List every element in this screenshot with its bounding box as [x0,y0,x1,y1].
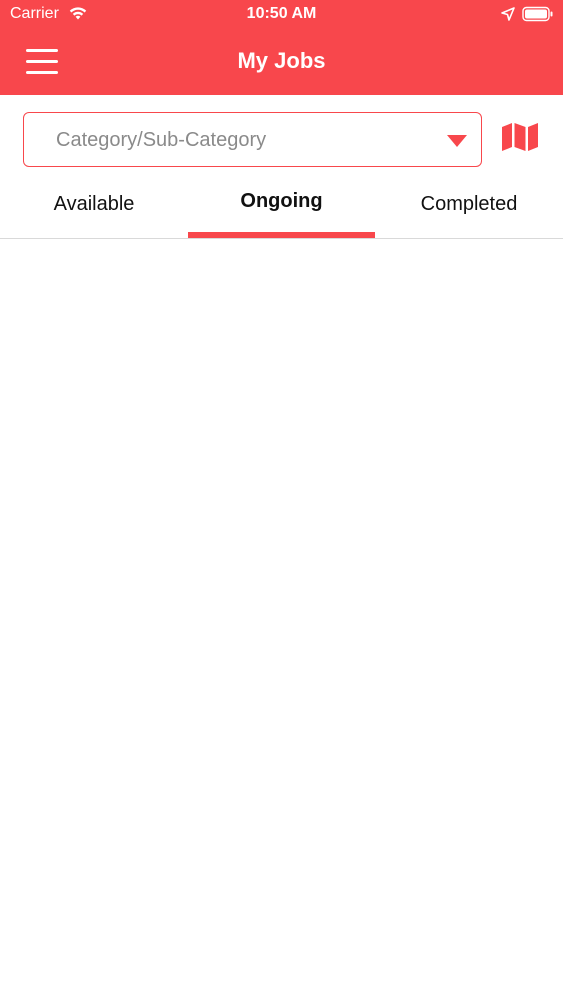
map-icon[interactable] [501,122,539,152]
category-dropdown[interactable]: Category/Sub-Category [23,112,482,167]
caret-down-icon [447,135,467,147]
status-bar: Carrier 10:50 AM [0,0,563,30]
page-title: My Jobs [237,48,326,73]
tab-available[interactable]: Available [0,168,188,238]
header: Carrier 10:50 AM My Jobs [0,0,563,95]
job-status-tabs: Available Ongoing Completed [0,168,563,239]
tab-completed-label: Completed [420,193,518,215]
tab-completed[interactable]: Completed [375,168,563,238]
location-arrow-icon [501,7,515,21]
battery-icon [522,6,553,22]
tab-available-label: Available [53,193,135,215]
tab-ongoing-label: Ongoing [240,190,323,212]
selected-tab-indicator [188,232,375,238]
tab-ongoing[interactable]: Ongoing [188,168,375,238]
navigation-bar: My Jobs [0,30,563,95]
status-time: 10:50 AM [246,5,317,22]
jobs-list [0,239,563,1000]
app-screen: Carrier 10:50 AM My Jobs Category/Sub-Ca… [0,0,563,1000]
category-dropdown-placeholder: Category/Sub-Category [56,129,267,151]
